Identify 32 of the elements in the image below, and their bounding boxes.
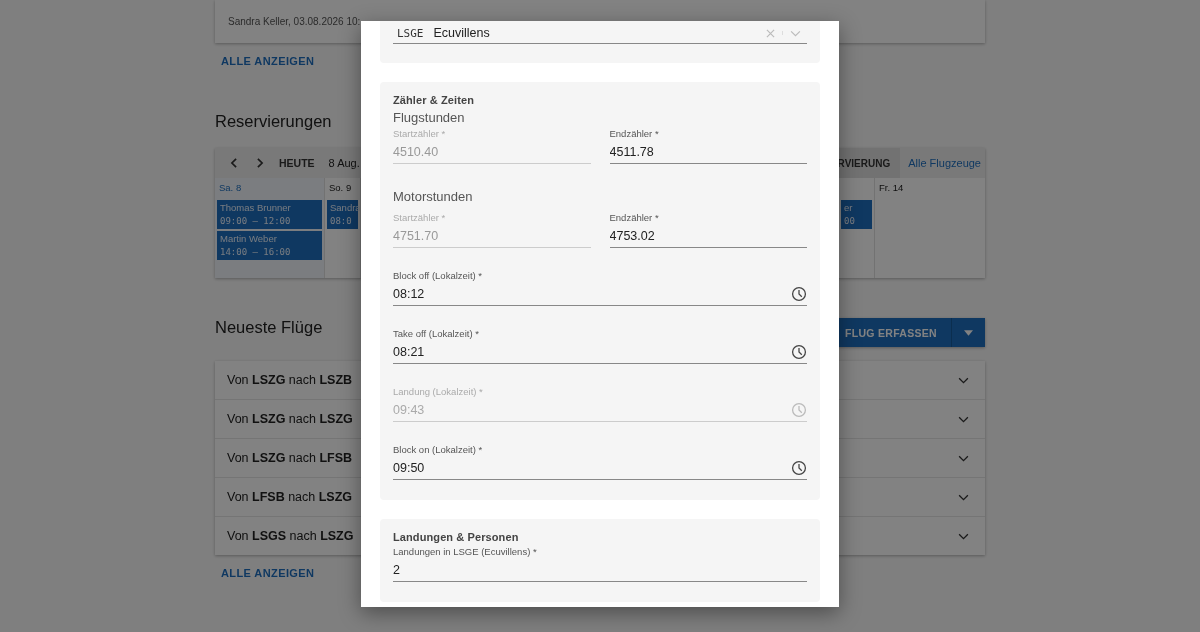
flight-route: Von LSZG nach LSZG — [227, 412, 353, 426]
field-label: Landung (Lokalzeit) * — [393, 386, 484, 397]
subheading: Flugstunden — [393, 110, 466, 125]
section-title: Reservierungen — [215, 112, 332, 131]
event-time: 14:00 — 16:00 — [220, 247, 292, 257]
field-label: Startzähler * — [393, 128, 447, 139]
day-label: Fr. 14 — [879, 182, 905, 194]
event-time: 08:0 — [330, 216, 353, 226]
event-time: 09:00 — 12:00 — [220, 216, 292, 226]
comment-meta: Sandra Keller, 03.08.2026 10: — [228, 16, 361, 27]
event-name: Thomas Brunner — [220, 202, 292, 213]
event-time: 00 — [844, 216, 856, 226]
field-label: Block off (Lokalzeit) * — [393, 270, 484, 281]
flight-route: Von LFSB nach LSZG — [227, 490, 353, 504]
field-label: Block on (Lokalzeit) * — [393, 444, 484, 455]
date-label: 8 Aug. — [328, 157, 360, 169]
section-title: Neueste Flüge — [215, 318, 323, 337]
day-label: Sa. 8 — [219, 182, 243, 194]
flight-route: Von LSZG nach LFSB — [227, 451, 353, 465]
flight-route: Von LSGS nach LSZG — [227, 529, 354, 543]
field-label: Endzähler * — [609, 212, 660, 223]
field-label: Landungen in LSGE (Ecuvillens) * — [393, 546, 538, 557]
field-label: Take off (Lokalzeit) * — [393, 328, 480, 339]
subheading: Motorstunden — [393, 189, 474, 204]
event-name: er — [844, 202, 854, 213]
flight-route: Von LSZG nach LSZB — [227, 373, 353, 387]
field-label: Endzähler * — [609, 128, 660, 139]
event-name: Martin Weber — [220, 233, 278, 244]
day-label: So. 9 — [329, 182, 353, 194]
card-title: Landungen & Personen — [393, 531, 520, 543]
card-title: Zähler & Zeiten — [393, 94, 475, 106]
field-label: Startzähler * — [393, 212, 447, 223]
